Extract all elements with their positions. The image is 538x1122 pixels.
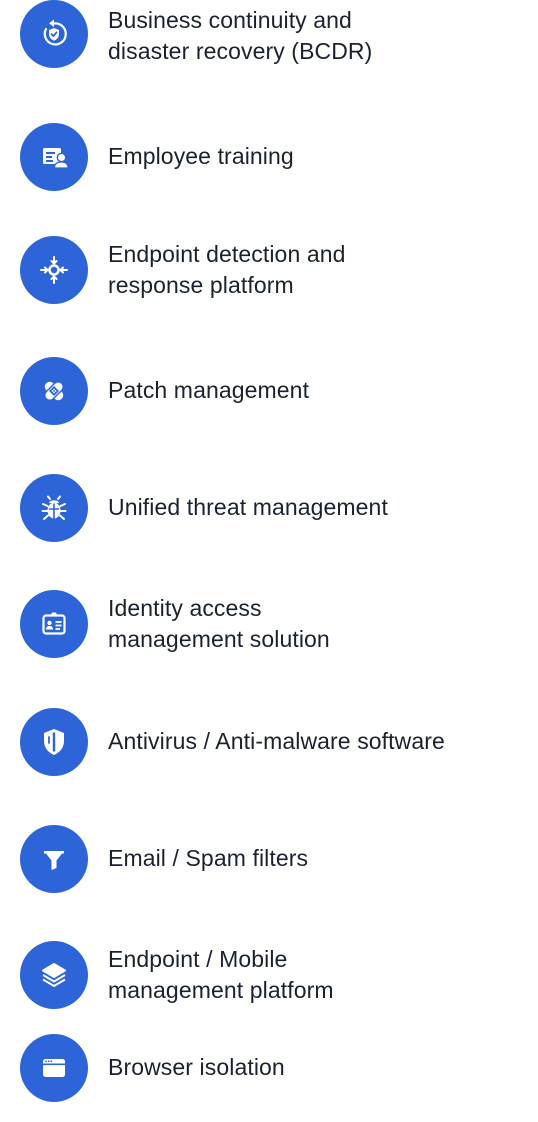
item-label-line: Unified threat management: [108, 494, 388, 520]
list-item: Employee training: [0, 123, 538, 203]
list-item: Identity access management solution: [0, 590, 538, 670]
feature-list: Business continuity and disaster recover…: [0, 0, 538, 1122]
list-item: Browser isolation: [0, 1034, 538, 1114]
bandage-icon: [20, 357, 88, 425]
item-label-line: Email / Spam filters: [108, 845, 309, 871]
item-label-line: management solution: [108, 626, 330, 652]
item-label-line: response platform: [108, 272, 294, 298]
list-item: Unified threat management: [0, 474, 538, 554]
bug-icon: [20, 474, 88, 542]
item-label-line: Endpoint detection and: [108, 241, 346, 267]
id-card-icon: [20, 590, 88, 658]
layers-icon: [20, 941, 88, 1009]
item-label-line: Antivirus / Anti-malware software: [108, 728, 445, 754]
item-label-line: disaster recovery (BCDR): [108, 38, 373, 64]
list-item: Endpoint / Mobile management platform: [0, 941, 538, 1021]
training-presentation-icon: [20, 123, 88, 191]
item-label-line: Business continuity and: [108, 7, 352, 33]
target-arrows-icon: [20, 236, 88, 304]
list-item: Antivirus / Anti-malware software: [0, 708, 538, 788]
browser-window-icon: [20, 1034, 88, 1102]
item-label-line: Patch management: [108, 377, 310, 403]
list-item: Business continuity and disaster recover…: [0, 0, 538, 80]
list-item: Endpoint detection and response platform: [0, 236, 538, 316]
shield-icon: [20, 708, 88, 776]
filter-icon: [20, 825, 88, 893]
item-label-line: Endpoint / Mobile: [108, 946, 288, 972]
item-label-line: Employee training: [108, 143, 294, 169]
shield-refresh-icon: [20, 0, 88, 68]
list-item: Patch management: [0, 357, 538, 437]
list-item: Email / Spam filters: [0, 825, 538, 905]
item-label-line: Browser isolation: [108, 1054, 285, 1080]
item-label-line: management platform: [108, 977, 334, 1003]
item-label-line: Identity access: [108, 595, 262, 621]
